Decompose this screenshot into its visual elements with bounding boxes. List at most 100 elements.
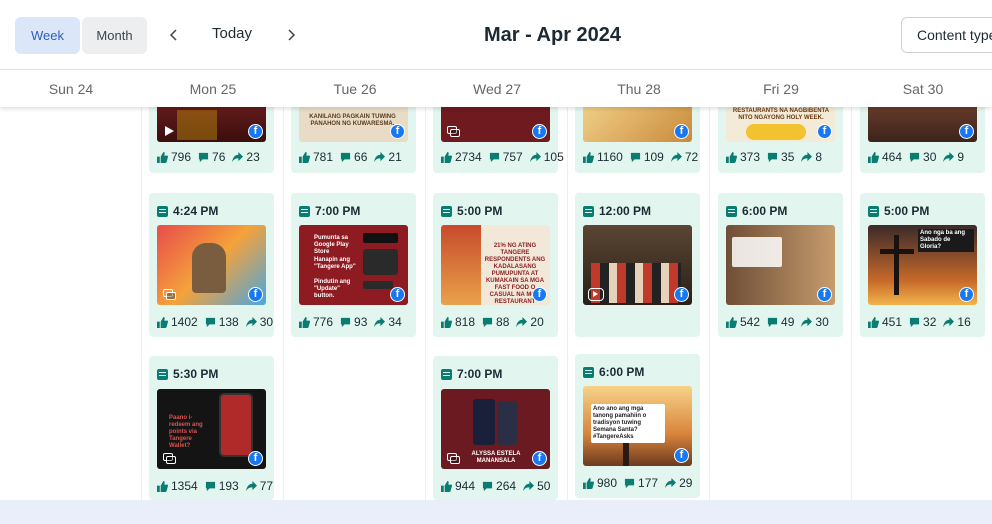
- shares-count: 29: [679, 476, 693, 490]
- post-card[interactable]: 4:24 PM f 1402 138 30: [149, 193, 274, 337]
- share-icon: [670, 151, 682, 162]
- facebook-icon: f: [959, 124, 974, 139]
- comment-icon: [205, 481, 215, 491]
- comment-icon: [198, 152, 209, 162]
- today-button[interactable]: Today: [212, 25, 252, 42]
- likes-count: 781: [313, 150, 334, 164]
- post-type-icon: [157, 205, 168, 217]
- post-stats: 1402 138 30: [157, 315, 280, 329]
- month-view-button[interactable]: Month: [82, 17, 147, 54]
- post-card[interactable]: 5:30 PM Paano i-redeem ang points via Ta…: [149, 356, 274, 500]
- thumbs-up-icon: [299, 151, 310, 163]
- video-icon: [165, 126, 174, 136]
- day-header-sat: Sat 30: [902, 81, 944, 97]
- post-card[interactable]: 6:00 PM f 542 49 30: [718, 193, 843, 337]
- shares-count: 23: [246, 150, 260, 164]
- share-icon: [529, 151, 541, 162]
- comment-icon: [767, 152, 778, 162]
- column-divider: [425, 70, 426, 500]
- comments-count: 264: [496, 479, 517, 493]
- post-type-icon: [299, 205, 310, 217]
- likes-count: 451: [882, 315, 903, 329]
- facebook-icon: f: [532, 124, 547, 139]
- thumbs-up-icon: [868, 316, 879, 328]
- comment-icon: [482, 481, 493, 491]
- next-week-button[interactable]: [280, 24, 302, 46]
- carousel-icon: [447, 126, 461, 138]
- post-card[interactable]: 7:00 PM ALYSSA ESTELA MANANSALA f 944 26…: [433, 356, 558, 500]
- day-header-thu: Thu 28: [617, 81, 661, 97]
- facebook-icon: f: [674, 287, 689, 302]
- post-stats: 980 177 29: [583, 476, 699, 490]
- share-icon: [523, 480, 535, 491]
- reel-icon: [588, 288, 604, 301]
- facebook-icon: f: [817, 124, 832, 139]
- column-divider: [283, 70, 284, 500]
- post-card[interactable]: f 2734 757 105: [433, 100, 564, 173]
- comments-count: 32: [923, 315, 937, 329]
- column-divider: [141, 70, 142, 500]
- post-card[interactable]: 12:00 PM f: [575, 193, 700, 337]
- date-range-title: Mar - Apr 2024: [483, 24, 622, 46]
- facebook-icon: f: [390, 124, 405, 139]
- day-header-sun: Sun 24: [48, 81, 94, 97]
- post-stats: 776 93 34: [299, 315, 409, 329]
- previous-week-button[interactable]: [163, 24, 185, 46]
- comment-icon: [340, 317, 351, 327]
- shares-count: 77: [259, 479, 274, 493]
- post-thumbnail: Pumunta sa Google Play Store Hanapin ang…: [299, 225, 408, 305]
- comments-count: 66: [354, 150, 368, 164]
- likes-count: 796: [171, 150, 192, 164]
- thumbs-up-icon: [441, 151, 452, 163]
- thumbs-up-icon: [157, 316, 168, 328]
- comment-icon: [909, 152, 920, 162]
- comment-icon: [205, 317, 215, 327]
- shares-count: 21: [388, 150, 402, 164]
- week-view-button[interactable]: Week: [15, 17, 80, 54]
- facebook-icon: f: [674, 448, 689, 463]
- comments-count: 757: [502, 150, 523, 164]
- post-card[interactable]: 5:00 PM 21% NG ATING TANGERE RESPONDENTS…: [433, 193, 558, 337]
- comments-count: 93: [354, 315, 368, 329]
- post-time: 6:00 PM: [583, 365, 644, 379]
- content-types-dropdown[interactable]: Content types: [901, 17, 992, 53]
- shares-count: 9: [957, 150, 965, 164]
- thumbnail-caption: Paano i-redeem ang points via Tangere Wa…: [169, 415, 203, 449]
- share-icon: [943, 316, 955, 327]
- post-card[interactable]: 6:00 PM Ano ano ang mga tanong pamahiin …: [575, 354, 700, 498]
- shares-count: 16: [957, 315, 971, 329]
- post-card[interactable]: 7:00 PM Pumunta sa Google Play Store Han…: [291, 193, 416, 337]
- comments-count: 109: [643, 150, 664, 164]
- comments-count: 30: [923, 150, 937, 164]
- facebook-icon: f: [248, 451, 263, 466]
- likes-count: 944: [455, 479, 476, 493]
- comments-count: 177: [638, 476, 659, 490]
- post-type-icon: [583, 366, 594, 378]
- post-card[interactable]: f 464 30 9: [860, 100, 985, 173]
- post-card[interactable]: f 1160 109 72: [575, 100, 700, 173]
- thumbs-up-icon: [583, 477, 594, 489]
- post-thumbnail: 21% NG ATING TANGERE RESPONDENTS ANG KAD…: [441, 225, 550, 305]
- comments-count: 35: [781, 150, 795, 164]
- post-stats: 373 35 8: [726, 150, 829, 164]
- comment-icon: [767, 317, 778, 327]
- facebook-icon: f: [248, 124, 263, 139]
- shares-count: 50: [537, 479, 551, 493]
- column-divider: [709, 70, 710, 500]
- post-stats: 781 66 21: [299, 150, 409, 164]
- likes-count: 818: [455, 315, 476, 329]
- thumbs-up-icon: [441, 316, 452, 328]
- post-card[interactable]: RESTAURANTS NA NAGBIBENTA NITO NGAYONG H…: [718, 100, 843, 173]
- shares-count: 30: [259, 315, 274, 329]
- post-stats: 796 76 23: [157, 150, 267, 164]
- calendar-toolbar: Week Month Today Mar - Apr 2024 Content …: [0, 0, 992, 70]
- likes-count: 373: [740, 150, 761, 164]
- thumbnail-caption: RESTAURANTS NA NAGBIBENTA NITO NGAYONG H…: [732, 108, 830, 121]
- post-card[interactable]: f 796 76 23: [149, 100, 274, 173]
- share-icon: [665, 477, 677, 488]
- share-icon: [374, 151, 386, 162]
- post-card[interactable]: 5:00 PM Ano nga ba ang Sabado de Gloria?…: [860, 193, 985, 337]
- post-time: 5:00 PM: [868, 204, 929, 218]
- facebook-icon: f: [390, 287, 405, 302]
- post-card[interactable]: KANILANG PAGKAIN TUWING PANAHON NG KUWAR…: [291, 100, 416, 173]
